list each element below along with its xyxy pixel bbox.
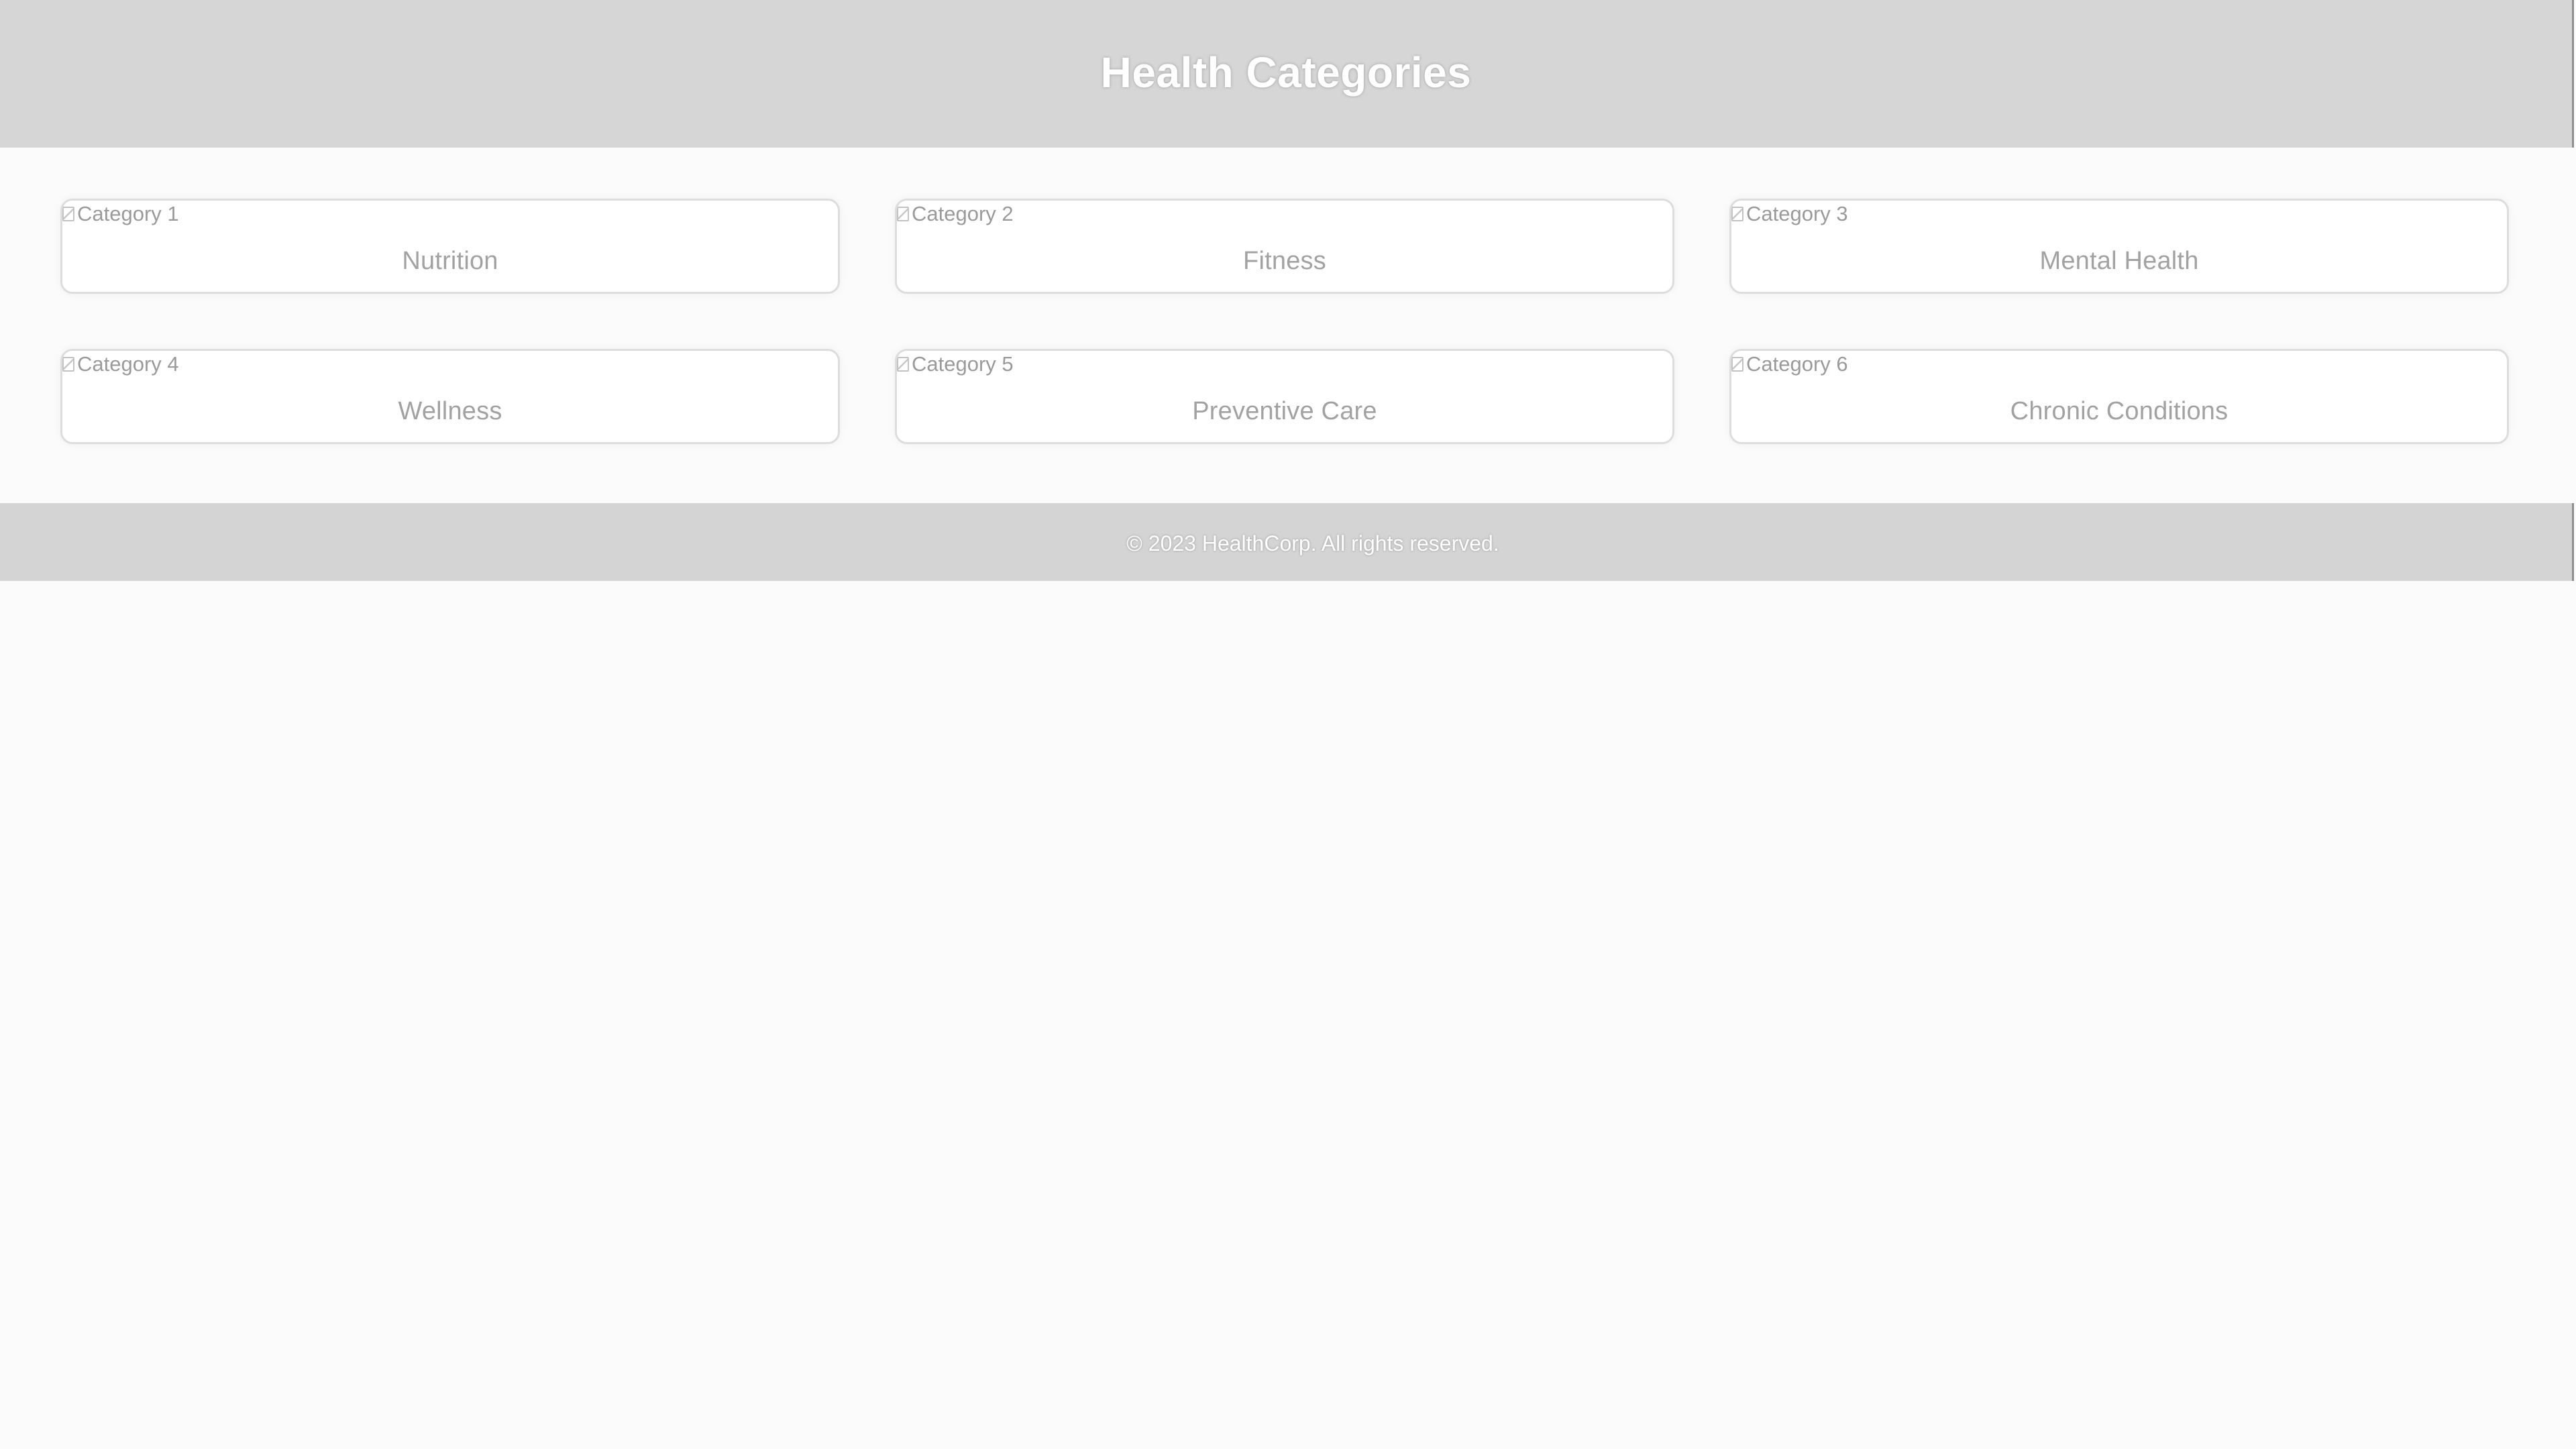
footer-right-border [2572,503,2574,581]
category-image-alt-text: Category 1 [77,202,179,225]
page-title: Health Categories [1100,48,1472,97]
category-title: Nutrition [402,247,498,275]
page-header: Health Categories [0,0,2572,148]
category-card-mental-health[interactable]: Category 3 Mental Health [1729,199,2509,294]
category-image-4: Category 4 [62,351,179,378]
category-card-preventive-care[interactable]: Category 5 Preventive Care [895,349,1674,444]
broken-image-icon [62,357,74,372]
broken-image-icon [1731,357,1743,372]
header-right-border [2572,0,2574,148]
broken-image-icon [1731,207,1743,221]
category-grid: Category 1 Nutrition Category 2 Fitness … [60,199,2509,444]
category-image-5: Category 5 [897,351,1014,378]
category-card-chronic-conditions[interactable]: Category 6 Chronic Conditions [1729,349,2509,444]
category-image-2: Category 2 [897,201,1014,227]
category-title: Wellness [398,397,502,425]
page-footer: © 2023 HealthCorp. All rights reserved. [0,503,2572,581]
category-image-alt-text: Category 6 [1746,352,1848,376]
category-image-alt-text: Category 3 [1746,202,1848,225]
broken-image-icon [897,357,909,372]
category-image-6: Category 6 [1731,351,1848,378]
category-card-nutrition[interactable]: Category 1 Nutrition [60,199,840,294]
category-image-alt-text: Category 4 [77,352,179,376]
category-image-alt-text: Category 2 [912,202,1014,225]
category-card-fitness[interactable]: Category 2 Fitness [895,199,1674,294]
broken-image-icon [62,207,74,221]
category-card-wellness[interactable]: Category 4 Wellness [60,349,840,444]
category-image-alt-text: Category 5 [912,352,1014,376]
broken-image-icon [897,207,909,221]
category-title: Preventive Care [1192,397,1377,425]
category-title: Fitness [1243,247,1326,275]
category-image-3: Category 3 [1731,201,1848,227]
footer-copyright: © 2023 HealthCorp. All rights reserved. [1126,531,1499,555]
category-title: Chronic Conditions [2010,397,2229,425]
category-title: Mental Health [2039,247,2199,275]
category-image-1: Category 1 [62,201,179,227]
